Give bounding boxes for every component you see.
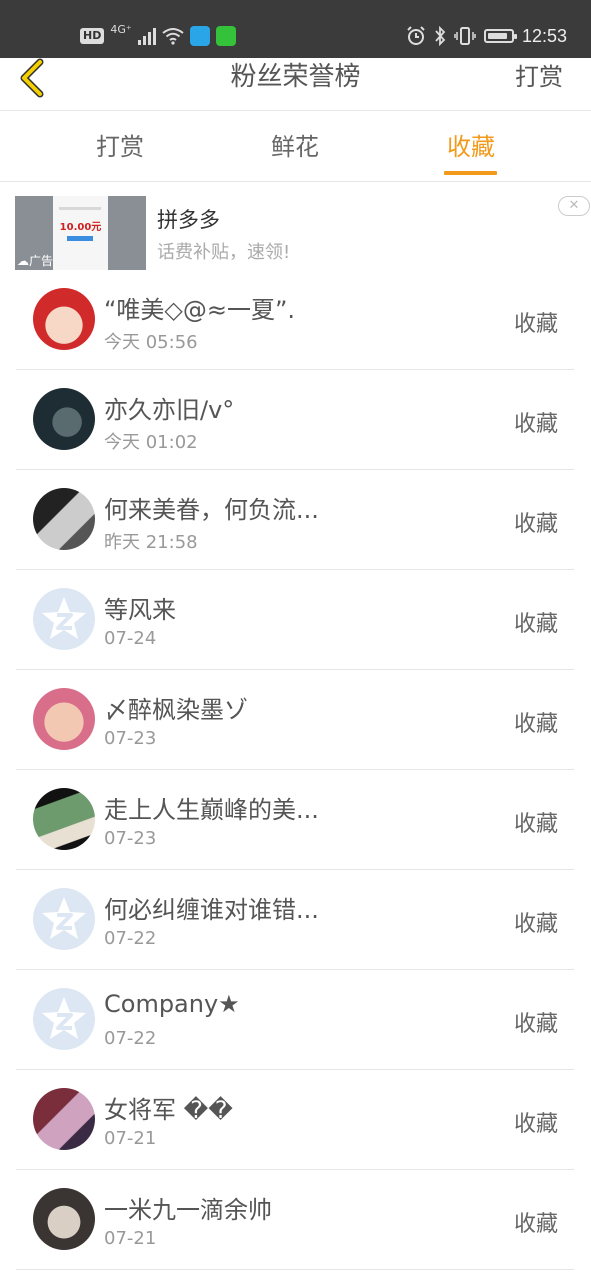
item-time: 07-21 [104, 1228, 157, 1249]
status-bar: HD 4G⁺ 12:53 [0, 0, 591, 58]
divider [16, 1269, 574, 1270]
alarm-icon [407, 26, 425, 45]
user-name: 〆醉枫染墨ゾ [104, 696, 248, 724]
user-name: 女将军 �� [104, 1096, 233, 1124]
list-item[interactable]: 女将军 �� 07-21 收藏 [0, 1070, 591, 1170]
status-right: 12:53 [406, 24, 567, 48]
item-time: 07-23 [104, 828, 157, 849]
item-action-label: 收藏 [513, 312, 558, 337]
ad-banner[interactable]: 10.00元 ☁广告 拼多多 话费补贴，速领! [0, 182, 591, 278]
tab-bar: 打赏 鲜花 收藏 [0, 111, 591, 182]
item-action-label: 收藏 [513, 1112, 558, 1137]
avatar[interactable] [33, 1088, 95, 1150]
list-item[interactable]: 何必纠缠谁对谁错... 07-22 收藏 [0, 870, 591, 970]
favorites-list: “唯美◇@≈一夏”. 今天 05:56 收藏 亦久亦旧/v° 今天 01:02 … [0, 270, 591, 1270]
default-avatar-icon[interactable] [33, 988, 95, 1050]
default-avatar-icon[interactable] [33, 888, 95, 950]
reward-button[interactable]: 打赏 [515, 58, 563, 96]
avatar[interactable] [33, 288, 95, 350]
item-time: 07-22 [104, 1028, 157, 1049]
signal-icon [137, 27, 156, 45]
status-time: 12:53 [521, 25, 567, 46]
user-name: 何来美眷，何负流... [104, 496, 319, 524]
cloud-icon: ☁ [17, 254, 29, 268]
list-item[interactable]: 走上人生巅峰的美... 07-23 收藏 [0, 770, 591, 870]
list-item[interactable]: 等风来 07-24 收藏 [0, 570, 591, 670]
avatar[interactable] [33, 388, 95, 450]
avatar[interactable] [33, 688, 95, 750]
user-name: 走上人生巅峰的美... [104, 796, 319, 824]
ad-label: ☁广告 [17, 252, 53, 269]
wifi-icon [162, 28, 184, 45]
item-time: 今天 05:56 [104, 332, 198, 353]
item-action-label: 收藏 [513, 712, 558, 737]
item-time: 07-22 [104, 928, 157, 949]
user-name: Company★ [104, 990, 240, 1018]
item-action-label: 收藏 [513, 812, 558, 837]
user-name: 何必纠缠谁对谁错... [104, 896, 319, 924]
ad-thumb-price: 10.00元 [59, 222, 102, 233]
vibrate-icon [454, 27, 476, 45]
network-type: 4G⁺ [110, 23, 132, 36]
user-name: “唯美◇@≈一夏”. [104, 296, 296, 324]
ad-mockup-button [67, 236, 93, 241]
ad-title: 拼多多 [157, 208, 220, 232]
user-name: 亦久亦旧/v° [104, 396, 235, 424]
item-time: 昨天 21:58 [104, 532, 198, 553]
item-time: 07-23 [104, 728, 157, 749]
item-time: 07-21 [104, 1128, 157, 1149]
tab-reward[interactable]: 打赏 [70, 111, 170, 181]
ad-subtitle: 话费补贴，速领! [157, 242, 291, 263]
ad-close-icon[interactable]: ✕ [558, 196, 590, 216]
ad-thumbnail: 10.00元 ☁广告 [15, 196, 146, 270]
item-action-label: 收藏 [513, 1212, 558, 1237]
list-item[interactable]: 亦久亦旧/v° 今天 01:02 收藏 [0, 370, 591, 470]
book-app-icon [215, 26, 236, 46]
default-avatar-icon[interactable] [33, 588, 95, 650]
hd-icon: HD [80, 28, 105, 44]
user-name: 等风来 [104, 596, 176, 624]
item-action-label: 收藏 [513, 612, 558, 637]
item-time: 07-24 [104, 628, 157, 649]
bluetooth-icon [435, 26, 446, 46]
status-left: HD 4G⁺ [80, 24, 236, 48]
user-name: 一米九一滴余帅 [104, 1196, 272, 1224]
ad-mockup-header [59, 207, 101, 210]
tab-flowers[interactable]: 鲜花 [245, 111, 345, 181]
active-tab-indicator [444, 171, 497, 175]
item-action-label: 收藏 [513, 512, 558, 537]
ad-label-text: 广告 [29, 254, 54, 268]
list-item[interactable]: “唯美◇@≈一夏”. 今天 05:56 收藏 [0, 270, 591, 370]
app-notification-icon [189, 26, 210, 46]
avatar[interactable] [33, 1188, 95, 1250]
item-time: 今天 01:02 [104, 432, 198, 453]
list-item[interactable]: 何来美眷，何负流... 昨天 21:58 收藏 [0, 470, 591, 570]
battery-icon [483, 29, 517, 43]
item-action-label: 收藏 [513, 412, 558, 437]
list-item[interactable]: 〆醉枫染墨ゾ 07-23 收藏 [0, 670, 591, 770]
item-action-label: 收藏 [513, 1012, 558, 1037]
avatar[interactable] [33, 488, 95, 550]
nav-bar: 粉丝荣誉榜 打赏 [0, 58, 591, 111]
list-item[interactable]: Company★ 07-22 收藏 [0, 970, 591, 1070]
avatar[interactable] [33, 788, 95, 850]
item-action-label: 收藏 [513, 912, 558, 937]
list-item[interactable]: 一米九一滴余帅 07-21 收藏 [0, 1170, 591, 1270]
page-title: 粉丝荣誉榜 [230, 62, 361, 92]
